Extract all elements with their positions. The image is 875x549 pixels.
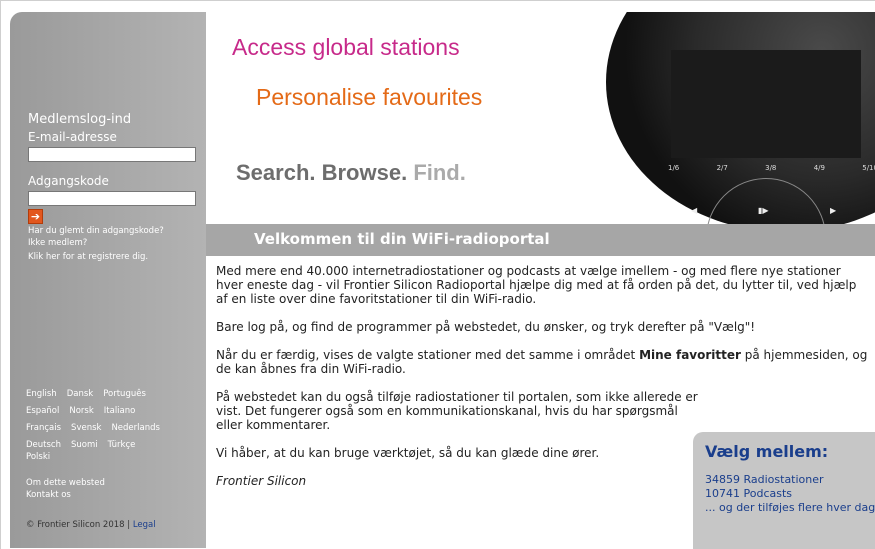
lang-english[interactable]: English bbox=[26, 389, 57, 406]
login-title: Medlemslog-ind bbox=[28, 112, 132, 127]
language-row: English Dansk Português bbox=[26, 389, 206, 406]
more-added-text: ... og der tilføjes flere hver dag bbox=[705, 501, 875, 514]
not-member-link[interactable]: Ikke medlem? bbox=[28, 238, 87, 248]
about-link[interactable]: Om dette websted bbox=[26, 478, 105, 488]
banner-line-1: Access global stations bbox=[232, 34, 460, 60]
banner-line-2: Personalise favourites bbox=[256, 84, 483, 110]
email-label: E-mail-adresse bbox=[28, 130, 117, 144]
banner-find: Find. bbox=[413, 160, 466, 185]
podcasts-count-link[interactable]: 10741 Podcasts bbox=[705, 487, 792, 500]
stations-count-link[interactable]: 34859 Radiostationer bbox=[705, 473, 824, 486]
lang-deutsch[interactable]: Deutsch bbox=[26, 440, 61, 452]
preset-label: 4/9 bbox=[813, 164, 825, 172]
lang-dansk[interactable]: Dansk bbox=[67, 389, 94, 406]
login-paragraph: Bare log på, og find de programmer på we… bbox=[216, 320, 756, 334]
preset-buttons: 1/6 2/7 3/8 4/9 5/10 bbox=[668, 164, 875, 172]
hero-banner: 1/6 2/7 3/8 4/9 5/10 ◀ ▮▶ ▶ Access globa… bbox=[206, 12, 875, 224]
lang-espanol[interactable]: Español bbox=[26, 406, 59, 423]
preset-label: 3/8 bbox=[765, 164, 777, 172]
copyright: © Frontier Silicon 2018 | Legal bbox=[26, 520, 156, 530]
copyright-text: © Frontier Silicon 2018 | bbox=[26, 520, 131, 530]
language-row: Français Svensk Nederlands bbox=[26, 423, 206, 440]
welcome-bar: Velkommen til din WiFi-radioportal bbox=[206, 224, 875, 256]
language-row: Polski bbox=[26, 452, 206, 469]
arrow-right-icon: ➔ bbox=[30, 210, 41, 223]
password-field[interactable] bbox=[28, 191, 196, 206]
page-title: Velkommen til din WiFi-radioportal bbox=[254, 230, 550, 248]
banner-line-3: Search. Browse. Find. bbox=[236, 160, 466, 186]
play-pause-icon: ▮▶ bbox=[758, 206, 769, 215]
lang-polski[interactable]: Polski bbox=[26, 452, 50, 469]
rewind-icon: ◀ bbox=[691, 206, 698, 215]
intro-paragraph: Med mere end 40.000 internetradiostation… bbox=[216, 264, 857, 306]
choose-heading: Vælg mellem: bbox=[705, 442, 829, 461]
favorites-text-before: Når du er færdig, vises de valgte statio… bbox=[216, 348, 640, 362]
preset-label: 5/10 bbox=[862, 164, 875, 172]
language-row: Español Norsk Italiano bbox=[26, 406, 206, 423]
lang-francais[interactable]: Français bbox=[26, 423, 61, 440]
favorites-bold: Mine favoritter bbox=[639, 348, 741, 362]
lang-svensk[interactable]: Svensk bbox=[71, 423, 101, 440]
sidebar: Medlemslog-ind E-mail-adresse Adgangskod… bbox=[10, 12, 206, 548]
add-stations-paragraph: På webstedet kan du også tilføje radiost… bbox=[216, 390, 698, 432]
lang-portugues[interactable]: Português bbox=[103, 389, 146, 406]
radio-screen bbox=[671, 50, 861, 158]
preset-label: 1/6 bbox=[668, 164, 680, 172]
lang-nederlands[interactable]: Nederlands bbox=[111, 423, 160, 440]
forward-icon: ▶ bbox=[830, 206, 837, 215]
legal-link[interactable]: Legal bbox=[133, 520, 156, 530]
register-link[interactable]: Klik her for at registrere dig. bbox=[28, 252, 148, 262]
language-row: Deutsch Suomi Türkçe bbox=[26, 440, 206, 452]
email-field[interactable] bbox=[28, 147, 196, 162]
lang-suomi[interactable]: Suomi bbox=[71, 440, 98, 452]
password-label: Adgangskode bbox=[28, 174, 109, 188]
login-button[interactable]: ➔ bbox=[28, 209, 43, 224]
language-list: English Dansk Português Español Norsk It… bbox=[26, 389, 206, 469]
lang-turkce[interactable]: Türkçe bbox=[108, 440, 136, 452]
lang-italiano[interactable]: Italiano bbox=[104, 406, 136, 423]
banner-search-browse: Search. Browse. bbox=[236, 160, 408, 185]
favorites-paragraph: Når du er færdig, vises de valgte statio… bbox=[216, 348, 871, 376]
preset-label: 2/7 bbox=[716, 164, 728, 172]
choose-from-box: Vælg mellem: 34859 Radiostationer 10741 … bbox=[693, 432, 875, 549]
contact-link[interactable]: Kontakt os bbox=[26, 490, 71, 500]
lang-norsk[interactable]: Norsk bbox=[69, 406, 93, 423]
forgot-password-link[interactable]: Har du glemt din adgangskode? bbox=[28, 226, 164, 236]
